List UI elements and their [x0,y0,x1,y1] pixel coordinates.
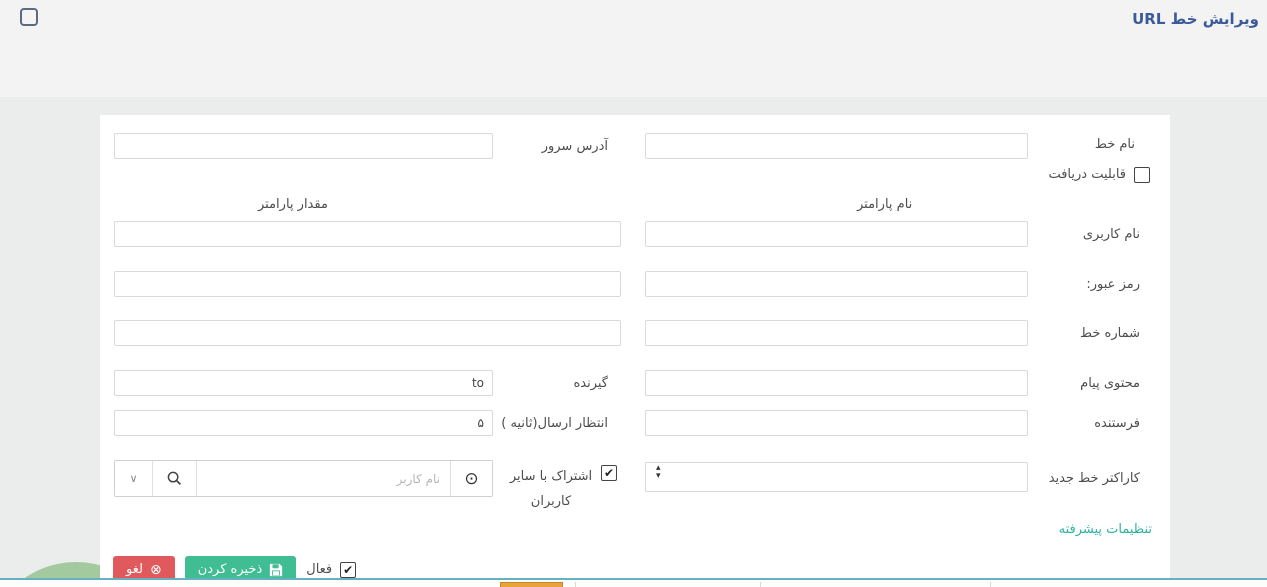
password-param-name-input[interactable] [645,271,1028,297]
sender-label: فرستنده [1094,416,1140,431]
user-search-dropdown-button[interactable]: ∨ [115,461,153,496]
window-toggle-icon[interactable] [20,8,38,26]
bottom-edge-strip [0,578,1267,587]
bottom-strip-divider [575,582,576,587]
user-search-widget: ∨ ⊙ [114,460,493,497]
check-icon: ✔ [603,466,615,480]
recipient-label: گیرنده [573,376,608,391]
line-name-label: نام خط [1094,137,1135,152]
receive-capability-checkbox[interactable] [1134,167,1150,183]
active-checkbox[interactable]: ✔ [340,561,357,578]
check-icon: ✔ [343,562,354,577]
form-card: نام خط آدرس سرور قابلیت دریافت نام پارام… [100,115,1170,583]
user-search-input[interactable] [197,461,450,496]
bottom-strip-divider [990,582,991,587]
param-name-header: نام پارامتر [857,197,913,212]
save-button-label: ذخیره کردن [197,562,263,577]
password-label: رمز عبور: [1086,277,1140,292]
username-param-name-input[interactable] [645,221,1028,247]
line-name-input[interactable] [645,133,1028,159]
user-search-button[interactable] [153,461,197,496]
param-value-header: مقدار پارامتر [258,197,328,212]
receive-capability-label: قابلیت دریافت [1048,167,1126,182]
save-icon [270,563,283,576]
message-content-input[interactable] [645,370,1028,396]
cancel-button-label: لغو [126,562,143,577]
send-wait-input[interactable] [114,410,493,436]
line-number-param-name-input[interactable] [645,320,1028,346]
search-icon [167,471,182,486]
password-param-value-input[interactable] [114,271,621,297]
cancel-circle-x-icon: ⊗ [149,561,162,578]
bottom-strip-orange-segment [500,582,563,587]
updown-spinner-icon: ▴ ▾ [656,463,661,481]
username-param-value-input[interactable] [114,221,621,247]
top-band [0,0,1267,97]
sender-input[interactable] [645,410,1028,436]
share-with-users-label: اشتراک با سایر کاربران [509,469,593,509]
bottom-strip-divider [760,582,761,587]
chevron-down-icon: ∨ [129,472,138,485]
message-content-label: محتوی پیام [1080,376,1140,391]
app-window: ویرایش خط URL نام خط آدرس سرور قابلیت در… [0,0,1267,587]
username-label: نام کاربری [1082,227,1140,242]
server-address-input[interactable] [114,133,493,159]
user-target-button[interactable]: ⊙ [450,461,492,496]
recipient-value-input[interactable] [114,370,493,396]
active-label: فعال [306,562,333,577]
line-number-label: شماره خط [1080,326,1140,341]
newline-char-label: کاراکتر خط جدید [1048,471,1140,486]
send-wait-label: انتظار ارسال(ثانیه ) [501,416,608,431]
advanced-settings-link[interactable]: تنظیمات پیشرفته [1059,522,1152,537]
page-title: ویرایش خط URL [1132,10,1259,28]
target-icon: ⊙ [464,468,479,489]
server-address-label: آدرس سرور [541,139,608,154]
line-number-param-value-input[interactable] [114,320,621,346]
newline-char-select[interactable]: ▴ ▾ [645,462,1028,492]
share-with-users-checkbox[interactable]: ✔ [601,465,617,481]
